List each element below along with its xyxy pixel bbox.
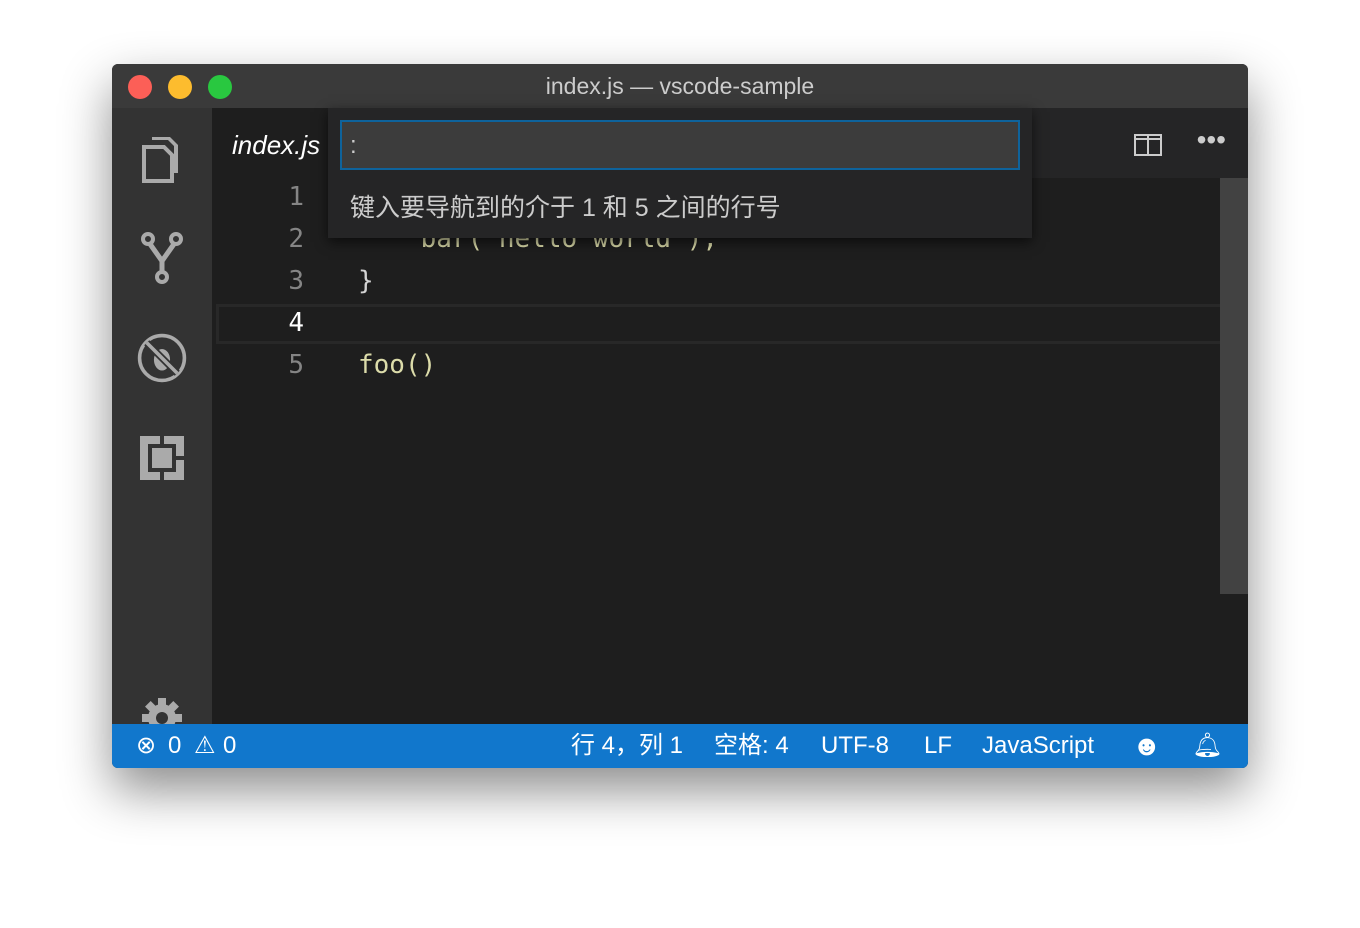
indentation[interactable]: 空格: 4 bbox=[714, 724, 789, 768]
notifications-bell-icon[interactable]: 🔔︎ bbox=[1192, 724, 1222, 768]
language-mode[interactable]: JavaScript bbox=[982, 724, 1094, 768]
close-button[interactable] bbox=[128, 75, 152, 99]
window-title: index.js — vscode-sample bbox=[545, 73, 815, 99]
end-of-line[interactable]: LF bbox=[924, 724, 952, 768]
editor[interactable]: 1 2 3 4 5 bar("hello world"); } foo() bbox=[212, 178, 1248, 724]
cursor-position[interactable]: 行 4，列 1 bbox=[571, 724, 683, 768]
line-number: 1 bbox=[288, 182, 304, 212]
errors-icon[interactable]: ⊗ bbox=[136, 724, 156, 768]
debug-icon[interactable] bbox=[136, 328, 188, 388]
current-line-highlight bbox=[216, 304, 1244, 344]
vscode-window: index.js — vscode-sample index.js ••• 1 … bbox=[112, 64, 1248, 768]
warning-count[interactable]: 0 bbox=[223, 724, 236, 768]
line-number: 5 bbox=[288, 350, 304, 380]
split-editor-icon[interactable] bbox=[1134, 134, 1162, 161]
activity-bar bbox=[112, 108, 212, 738]
go-to-line-input[interactable]: : bbox=[340, 120, 1020, 170]
explorer-icon[interactable] bbox=[136, 128, 188, 188]
line-number: 2 bbox=[288, 224, 304, 254]
line-number: 3 bbox=[288, 266, 304, 296]
title-bar: index.js — vscode-sample bbox=[112, 64, 1248, 108]
extensions-icon[interactable] bbox=[136, 428, 188, 488]
go-to-line-hint: 键入要导航到的介于 1 和 5 之间的行号 bbox=[350, 194, 781, 222]
minimize-button[interactable] bbox=[168, 75, 192, 99]
error-count[interactable]: 0 bbox=[168, 724, 181, 768]
feedback-smiley-icon[interactable]: ☻ bbox=[1132, 724, 1161, 768]
status-bar: ⊗ 0 ⚠ 0 行 4，列 1 空格: 4 UTF-8 LF JavaScrip… bbox=[112, 724, 1248, 768]
more-actions-icon[interactable]: ••• bbox=[1197, 124, 1226, 156]
line-number: 4 bbox=[288, 308, 304, 338]
source-control-icon[interactable] bbox=[136, 228, 188, 288]
go-to-line-widget: : 键入要导航到的介于 1 和 5 之间的行号 bbox=[328, 108, 1032, 238]
code-line: foo() bbox=[358, 350, 437, 380]
warning-icon[interactable]: ⚠ bbox=[194, 724, 216, 768]
vertical-scrollbar[interactable] bbox=[1220, 178, 1248, 594]
zoom-button[interactable] bbox=[208, 75, 232, 99]
encoding[interactable]: UTF-8 bbox=[821, 724, 889, 768]
code-line: } bbox=[358, 266, 374, 296]
tab-index-js[interactable]: index.js bbox=[212, 108, 341, 178]
